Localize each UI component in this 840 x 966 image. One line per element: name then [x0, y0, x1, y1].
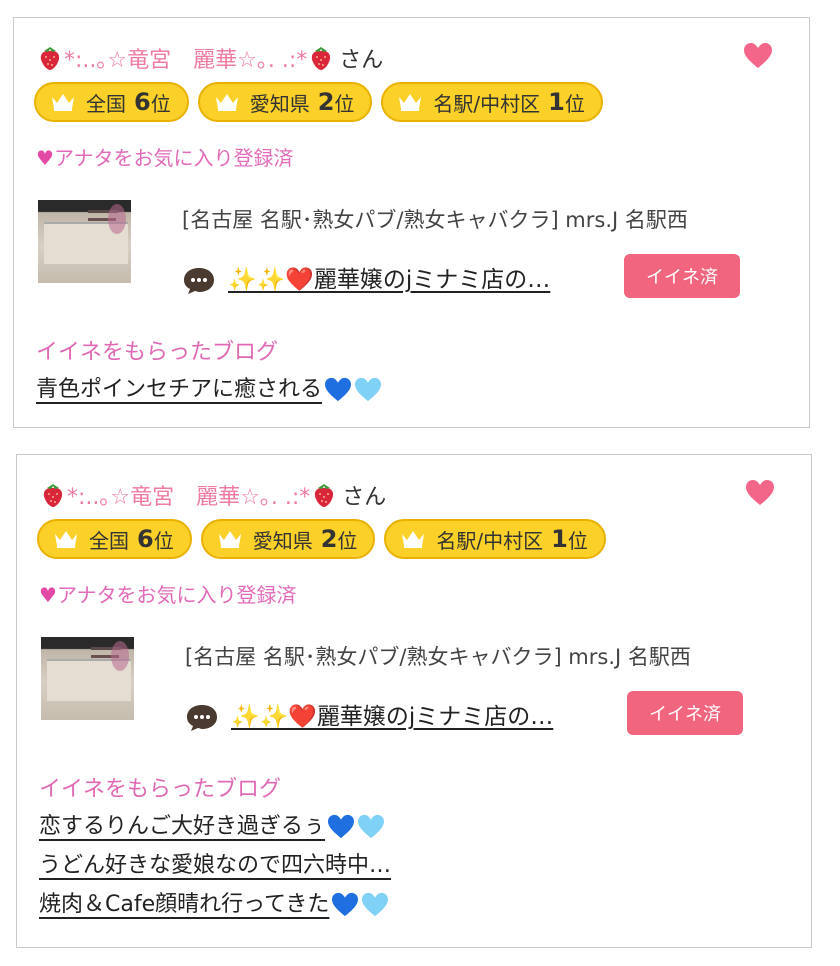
- rank-unit: 位: [334, 91, 355, 116]
- shop-info[interactable]: [名古屋 名駅･熟女パブ/熟女キャバクラ] mrs.J 名駅西: [185, 641, 691, 671]
- user-name: *:..｡☆竜宮 麗華☆｡. .:*: [64, 48, 308, 73]
- rank-area: 全国: [89, 528, 129, 553]
- rank-number: 1: [548, 88, 565, 116]
- user-name-row[interactable]: *:..｡☆竜宮 麗華☆｡. .:* さん: [38, 42, 383, 74]
- rank-number: 2: [317, 88, 335, 116]
- crown-icon: [402, 531, 425, 548]
- rank-area: 愛知県: [252, 528, 313, 553]
- rank-area: 名駅/中村区: [433, 91, 541, 116]
- blog-link[interactable]: 恋するりんご大好き過ぎるぅ: [39, 807, 391, 846]
- ranking-badges: 全国 6 位 愛知県 2 位 名駅/中村区 1 位: [37, 519, 606, 559]
- shop-photo[interactable]: [38, 200, 131, 283]
- blue-heart-icon: [325, 377, 352, 402]
- post-title-link[interactable]: ✨✨❤️麗華嬢のjミナミ店の…: [228, 260, 550, 294]
- rank-unit: 位: [567, 528, 588, 553]
- rank-badge-prefecture[interactable]: 愛知県 2 位: [197, 82, 373, 122]
- liked-blogs-title: イイネをもらったブログ: [39, 777, 282, 802]
- post-title-link[interactable]: ✨✨❤️麗華嬢のjミナミ店の…: [231, 697, 553, 731]
- favorite-status: ♥アナタをお気に入り登録済: [36, 142, 294, 171]
- rank-badge-area[interactable]: 名駅/中村区 1 位: [384, 519, 606, 559]
- liked-blogs-title: イイネをもらったブログ: [36, 340, 279, 365]
- rank-badge-prefecture[interactable]: 愛知県 2 位: [200, 519, 376, 559]
- crown-icon: [52, 94, 74, 111]
- blog-link[interactable]: 焼肉＆Cafe顔晴れ行ってきた: [39, 885, 391, 924]
- blog-title: うどん好きな愛娘なので四六時中…: [39, 853, 392, 878]
- user-card: *:..｡☆竜宮 麗華☆｡. .:* さん 全国 6 位 愛知県 2 位 名駅/…: [13, 17, 810, 428]
- rank-badge-national[interactable]: 全国 6 位: [37, 519, 192, 559]
- name-suffix: さん: [339, 48, 384, 73]
- blog-title: 恋するりんご大好き過ぎるぅ: [39, 814, 326, 839]
- blog-link[interactable]: 青色ポインセチアに癒される: [36, 370, 382, 409]
- small-heart-icon: ♥: [39, 583, 57, 607]
- liked-blogs-list: 青色ポインセチアに癒される: [36, 370, 382, 409]
- light-blue-heart-icon: [362, 892, 389, 917]
- favorite-status: ♥アナタをお気に入り登録済: [39, 579, 297, 608]
- rank-unit: 位: [150, 91, 171, 116]
- rank-area: 全国: [86, 91, 126, 116]
- user-name-row[interactable]: *:..｡☆竜宮 麗華☆｡. .:* さん: [41, 479, 386, 511]
- rank-number: 6: [134, 88, 151, 116]
- crown-icon: [218, 531, 241, 548]
- rank-number: 2: [320, 525, 338, 553]
- like-button[interactable]: イイネ済: [624, 254, 740, 298]
- strawberry-icon: [40, 47, 60, 70]
- blue-hearts: [331, 892, 389, 918]
- name-suffix: さん: [342, 485, 387, 510]
- shop-info[interactable]: [名古屋 名駅･熟女パブ/熟女キャバクラ] mrs.J 名駅西: [182, 204, 688, 234]
- ranking-badges: 全国 6 位 愛知県 2 位 名駅/中村区 1 位: [34, 82, 603, 122]
- liked-blogs-list: 恋するりんご大好き過ぎるぅ うどん好きな愛娘なので四六時中… 焼肉＆Cafe顔晴…: [39, 807, 391, 924]
- sign-flower: [108, 204, 126, 234]
- strawberry-icon: [315, 484, 334, 507]
- small-heart-icon: ♥: [36, 146, 54, 170]
- rank-unit: 位: [564, 91, 585, 116]
- rank-unit: 位: [153, 528, 174, 553]
- rank-badge-area[interactable]: 名駅/中村区 1 位: [381, 82, 603, 122]
- rank-area: 愛知県: [249, 91, 310, 116]
- user-card: *:..｡☆竜宮 麗華☆｡. .:* さん 全国 6 位 愛知県 2 位 名駅/…: [16, 454, 812, 948]
- strawberry-icon: [43, 484, 63, 507]
- blue-hearts: [324, 377, 382, 403]
- light-blue-heart-icon: [355, 377, 382, 402]
- rank-area: 名駅/中村区: [436, 528, 544, 553]
- speech-bubble-icon: [187, 705, 217, 731]
- favorite-status-text: アナタをお気に入り登録済: [53, 146, 294, 170]
- blog-title: 焼肉＆Cafe顔晴れ行ってきた: [39, 892, 330, 917]
- favorite-heart-icon[interactable]: [743, 42, 773, 70]
- strawberry-icon: [312, 47, 331, 70]
- favorite-status-text: アナタをお気に入り登録済: [56, 583, 297, 607]
- rank-badge-national[interactable]: 全国 6 位: [34, 82, 189, 122]
- light-blue-heart-icon: [358, 814, 385, 839]
- blog-title: 青色ポインセチアに癒される: [36, 377, 323, 402]
- blog-link[interactable]: うどん好きな愛娘なので四六時中…: [39, 846, 391, 885]
- rank-unit: 位: [337, 528, 358, 553]
- sign-flower: [111, 641, 129, 671]
- blue-hearts: [327, 814, 385, 840]
- favorite-heart-icon[interactable]: [745, 479, 775, 507]
- blue-heart-icon: [328, 814, 355, 839]
- speech-bubble-icon: [184, 268, 214, 294]
- crown-icon: [399, 94, 422, 111]
- blue-heart-icon: [332, 892, 359, 917]
- rank-number: 6: [137, 525, 154, 553]
- crown-icon: [215, 94, 238, 111]
- shop-photo[interactable]: [41, 637, 134, 720]
- like-button[interactable]: イイネ済: [627, 691, 743, 735]
- crown-icon: [55, 531, 77, 548]
- user-name: *:..｡☆竜宮 麗華☆｡. .:*: [67, 485, 311, 510]
- rank-number: 1: [551, 525, 568, 553]
